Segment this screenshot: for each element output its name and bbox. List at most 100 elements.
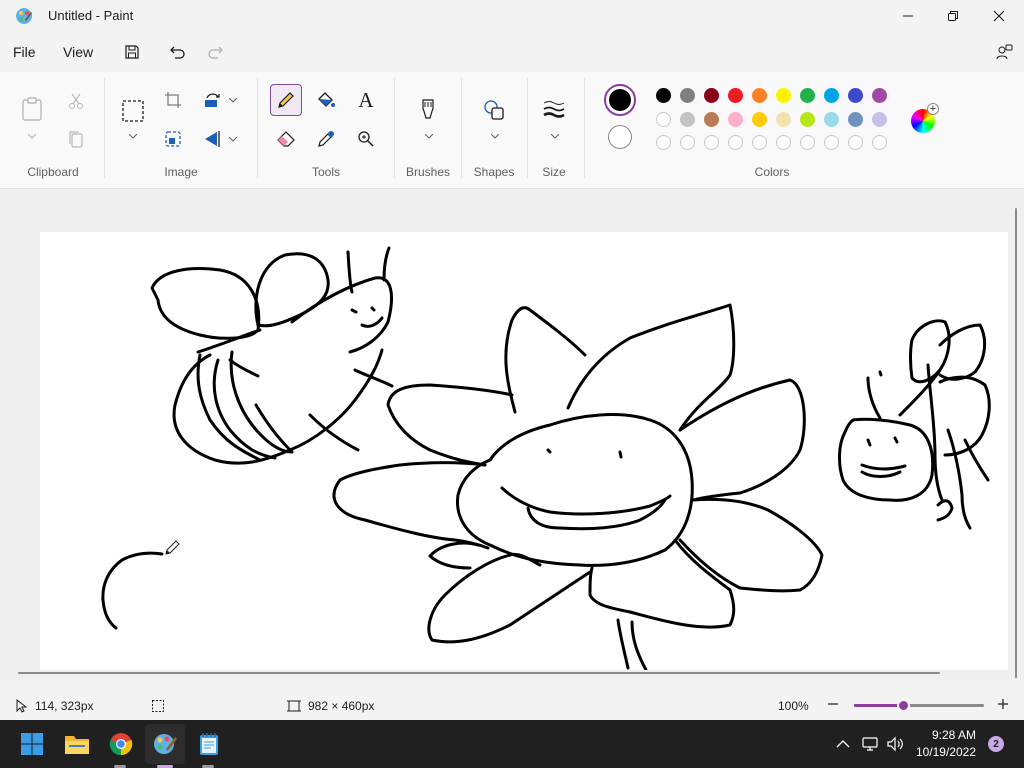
flip-button[interactable] <box>198 124 228 154</box>
minimize-button[interactable] <box>885 0 931 32</box>
magnifier-tool[interactable] <box>351 124 381 154</box>
palette-swatch[interactable] <box>872 112 887 127</box>
paste-dropdown[interactable] <box>27 132 37 140</box>
canvas-workspace <box>0 190 1024 680</box>
copy-button[interactable] <box>61 124 91 154</box>
redo-button[interactable] <box>205 41 227 63</box>
chevron-up-icon[interactable] <box>836 739 850 749</box>
palette-swatch[interactable] <box>848 88 863 103</box>
custom-color-slot[interactable] <box>728 135 743 150</box>
rotate-button[interactable] <box>198 85 228 115</box>
custom-color-slot[interactable] <box>752 135 767 150</box>
palette-swatch[interactable] <box>752 88 767 103</box>
select-button[interactable] <box>118 96 148 126</box>
paste-button[interactable] <box>17 94 47 124</box>
fill-tool[interactable] <box>311 85 341 115</box>
save-button[interactable] <box>121 41 143 63</box>
line-size-icon <box>543 101 565 118</box>
maximize-button[interactable] <box>930 0 976 32</box>
share-button[interactable] <box>993 41 1015 63</box>
cut-button[interactable] <box>61 86 91 116</box>
palette-swatch[interactable] <box>752 112 767 127</box>
palette-swatch[interactable] <box>800 88 815 103</box>
custom-color-slot[interactable] <box>800 135 815 150</box>
palette-swatch[interactable] <box>824 112 839 127</box>
palette-swatch[interactable] <box>728 88 743 103</box>
custom-color-slot[interactable] <box>824 135 839 150</box>
network-icon[interactable] <box>862 736 880 752</box>
custom-color-slot[interactable] <box>872 135 887 150</box>
edit-colors-button[interactable]: + <box>910 103 939 134</box>
menu-view[interactable]: View <box>63 44 93 60</box>
flip-dropdown[interactable] <box>228 135 238 143</box>
notepad-button[interactable] <box>195 730 223 758</box>
palette-swatch[interactable] <box>704 88 719 103</box>
brushes-dropdown[interactable] <box>424 132 434 140</box>
brushes-button[interactable] <box>413 95 443 125</box>
pencil-tool[interactable] <box>270 84 302 116</box>
palette-swatch[interactable] <box>728 112 743 127</box>
plus-icon <box>998 699 1008 709</box>
group-label-size: Size <box>542 165 566 179</box>
drawing-canvas[interactable] <box>40 232 1008 670</box>
zoom-slider-thumb[interactable] <box>897 699 910 712</box>
volume-icon[interactable] <box>886 736 904 752</box>
palette-swatch[interactable] <box>776 112 791 127</box>
palette-swatch[interactable] <box>872 88 887 103</box>
start-button[interactable] <box>18 730 46 758</box>
paint-bucket-icon <box>318 92 335 107</box>
size-button[interactable] <box>539 94 569 124</box>
ribbon-separator <box>461 78 462 178</box>
undo-button[interactable] <box>166 41 188 63</box>
clock-time[interactable]: 9:28 AM <box>912 728 976 742</box>
notification-badge[interactable]: 2 <box>988 736 1004 752</box>
zoom-slider-fill <box>854 704 903 707</box>
horizontal-scrollbar[interactable] <box>18 672 940 674</box>
vertical-scrollbar[interactable] <box>1015 208 1017 678</box>
color-picker-tool[interactable] <box>311 124 341 154</box>
palette-swatch[interactable] <box>848 112 863 127</box>
palette-swatch[interactable] <box>680 112 695 127</box>
custom-color-slot[interactable] <box>704 135 719 150</box>
zoom-slider[interactable] <box>854 699 984 712</box>
custom-color-slot[interactable] <box>656 135 671 150</box>
crop-button[interactable] <box>158 85 188 115</box>
shapes-dropdown[interactable] <box>490 132 500 140</box>
palette-swatch[interactable] <box>776 88 791 103</box>
canvas-drawing <box>101 246 991 670</box>
menu-file[interactable]: File <box>13 44 36 60</box>
custom-color-slot[interactable] <box>680 135 695 150</box>
chevron-down-icon <box>28 133 36 139</box>
resize-button[interactable] <box>158 124 188 154</box>
select-dropdown[interactable] <box>128 132 138 140</box>
shapes-button[interactable] <box>479 95 509 125</box>
size-dropdown[interactable] <box>550 132 560 140</box>
rotate-dropdown[interactable] <box>228 96 238 104</box>
custom-color-slot[interactable] <box>848 135 863 150</box>
palette-swatch[interactable] <box>824 88 839 103</box>
palette-swatch[interactable] <box>656 88 671 103</box>
chevron-down-icon <box>229 136 237 142</box>
palette-swatch[interactable] <box>800 112 815 127</box>
custom-color-slot[interactable] <box>776 135 791 150</box>
color-2-selector[interactable] <box>608 125 632 149</box>
chrome-button[interactable] <box>107 730 135 758</box>
color-1-selector[interactable] <box>604 84 636 116</box>
file-explorer-button[interactable] <box>63 730 91 758</box>
text-tool[interactable]: A <box>351 85 381 115</box>
pencil-icon <box>278 92 294 108</box>
zoom-level[interactable]: 100% <box>778 699 809 713</box>
clock-date[interactable]: 10/19/2022 <box>906 745 976 759</box>
canvas-size-icon <box>287 700 301 712</box>
paint-button[interactable] <box>151 730 179 758</box>
paint-icon <box>154 734 177 754</box>
palette-swatch[interactable] <box>656 112 671 127</box>
minimize-icon <box>903 15 913 17</box>
palette-swatch[interactable] <box>680 88 695 103</box>
close-button[interactable] <box>976 0 1022 32</box>
plus-icon: + <box>927 103 939 115</box>
zoom-in-button[interactable] <box>996 697 1010 711</box>
zoom-out-button[interactable] <box>826 697 840 711</box>
eraser-tool[interactable] <box>271 124 301 154</box>
palette-swatch[interactable] <box>704 112 719 127</box>
